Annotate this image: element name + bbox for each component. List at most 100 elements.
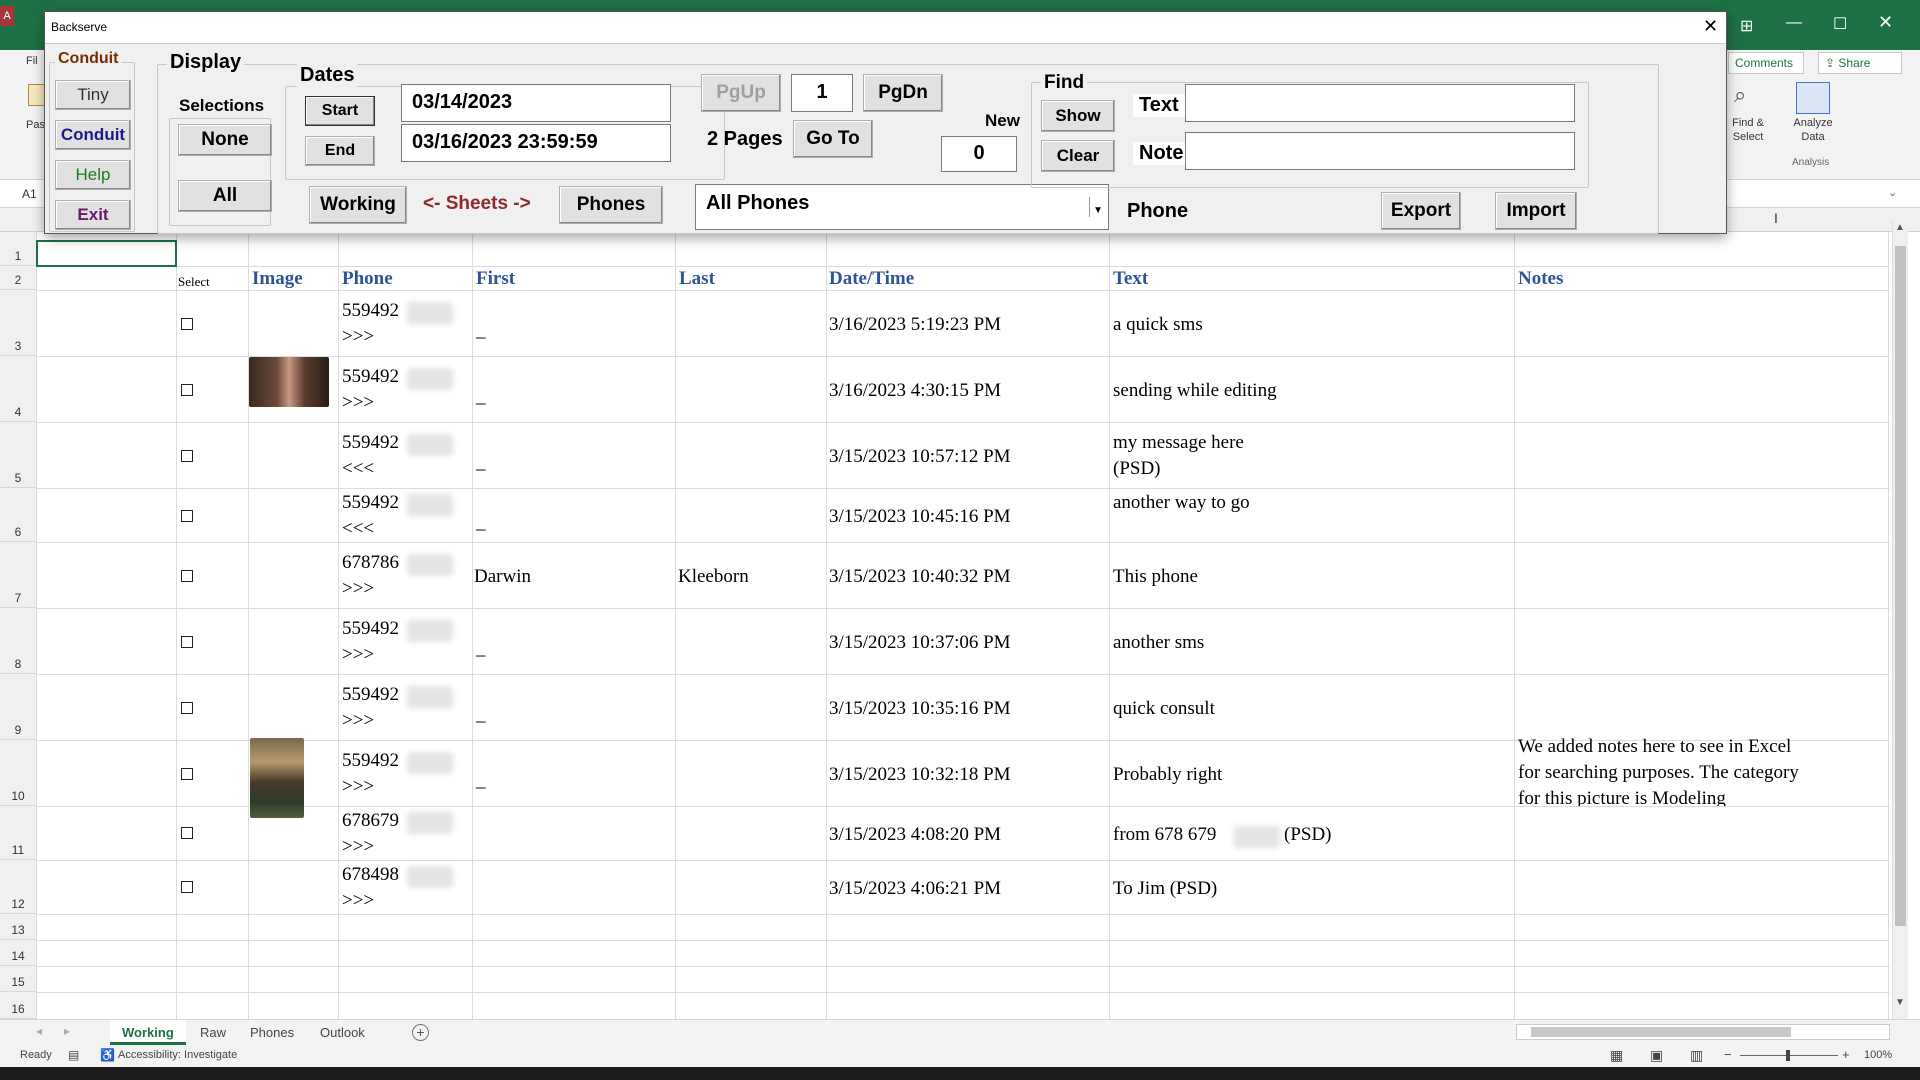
row-header[interactable]: 8 xyxy=(0,608,36,674)
select-checkbox[interactable] xyxy=(181,768,193,780)
zoom-in-icon[interactable]: + xyxy=(1842,1047,1850,1062)
ribbon-display-icon[interactable]: ⊞ xyxy=(1740,16,1753,36)
row-header[interactable]: 2 xyxy=(0,266,36,290)
analyze-data-icon[interactable] xyxy=(1796,82,1830,114)
select-checkbox[interactable] xyxy=(181,318,193,330)
worksheet-grid[interactable]: 1 2 3 4 5 6 7 8 9 10 11 12 13 14 15 16 S… xyxy=(0,222,1920,1019)
active-cell-a1[interactable] xyxy=(36,240,177,267)
row-header[interactable]: 1 xyxy=(0,232,36,266)
conduit-button[interactable]: Conduit xyxy=(55,120,131,150)
select-none-button[interactable]: None xyxy=(178,124,272,156)
accessibility-status[interactable]: Accessibility: Investigate xyxy=(118,1049,237,1061)
select-checkbox[interactable] xyxy=(181,881,193,893)
find-text-input[interactable] xyxy=(1185,84,1575,122)
end-date-field[interactable]: 03/16/2023 23:59:59 xyxy=(401,124,671,162)
start-date-field[interactable]: 03/14/2023 xyxy=(401,84,671,122)
horizontal-scrollbar-thumb[interactable] xyxy=(1531,1027,1791,1037)
working-sheet-button[interactable]: Working xyxy=(309,186,407,224)
dialog-title: Backserve xyxy=(51,20,108,34)
end-date-button[interactable]: End xyxy=(305,136,375,166)
horizontal-scrollbar[interactable] xyxy=(1516,1024,1890,1040)
select-checkbox[interactable] xyxy=(181,510,193,522)
import-button[interactable]: Import xyxy=(1495,192,1577,230)
formula-expand-icon[interactable]: ⌄ xyxy=(1888,186,1897,199)
accessibility-icon[interactable]: ♿ xyxy=(100,1048,115,1062)
new-count-field[interactable]: 0 xyxy=(941,136,1017,172)
dialog-close-icon[interactable]: ✕ xyxy=(1703,16,1718,37)
help-button[interactable]: Help xyxy=(55,160,131,190)
select-checkbox[interactable] xyxy=(181,450,193,462)
row-header[interactable]: 16 xyxy=(0,992,36,1019)
row-header[interactable]: 3 xyxy=(0,290,36,356)
exit-button[interactable]: Exit xyxy=(55,200,131,230)
scroll-up-icon[interactable]: ▲ xyxy=(1895,222,1905,233)
file-tab[interactable]: Fil xyxy=(26,54,38,68)
contact-thumbnail-image[interactable] xyxy=(250,738,304,818)
tab-outlook[interactable]: Outlook xyxy=(308,1020,377,1045)
row-header[interactable]: 13 xyxy=(0,914,36,940)
select-checkbox[interactable] xyxy=(181,570,193,582)
select-checkbox[interactable] xyxy=(181,702,193,714)
normal-view-icon[interactable]: ▦ xyxy=(1610,1047,1623,1064)
select-checkbox[interactable] xyxy=(181,636,193,648)
tab-scroll-right-icon[interactable]: ▸ xyxy=(64,1024,70,1038)
row-header[interactable]: 11 xyxy=(0,806,36,860)
row-header[interactable]: 7 xyxy=(0,542,36,608)
row-header[interactable]: 4 xyxy=(0,356,36,422)
go-to-button[interactable]: Go To xyxy=(793,120,873,158)
tab-raw[interactable]: Raw xyxy=(188,1020,238,1045)
analyze-data-label[interactable]: Analyze Data xyxy=(1784,116,1842,144)
find-show-button[interactable]: Show xyxy=(1041,100,1115,132)
phone-label: Phone xyxy=(1127,200,1189,222)
header-text: Text xyxy=(1113,268,1149,289)
find-note-input[interactable] xyxy=(1185,132,1575,170)
minimize-icon[interactable]: — xyxy=(1786,14,1802,32)
macro-record-icon[interactable]: ▤ xyxy=(68,1048,79,1062)
share-button[interactable]: ⇪ Share xyxy=(1818,52,1902,74)
scrollbar-thumb[interactable] xyxy=(1895,246,1906,926)
page-layout-icon[interactable]: ▣ xyxy=(1650,1047,1663,1064)
tab-working[interactable]: Working xyxy=(110,1020,186,1045)
find-clear-button[interactable]: Clear xyxy=(1041,140,1115,172)
page-down-button[interactable]: PgDn xyxy=(863,74,943,112)
chevron-down-icon[interactable]: ▼ xyxy=(1089,197,1106,217)
tab-phones[interactable]: Phones xyxy=(238,1020,306,1045)
select-all-button[interactable]: All xyxy=(178,180,272,212)
tab-scroll-left-icon[interactable]: ◂ xyxy=(36,1024,42,1038)
select-checkbox[interactable] xyxy=(181,827,193,839)
row-header[interactable]: 15 xyxy=(0,966,36,992)
select-checkbox[interactable] xyxy=(181,384,193,396)
close-window-icon[interactable]: ✕ xyxy=(1878,12,1893,33)
add-sheet-icon[interactable]: + xyxy=(412,1024,429,1041)
start-date-button[interactable]: Start xyxy=(305,96,375,126)
phone-select-value: All Phones xyxy=(706,192,810,214)
row-header[interactable]: 12 xyxy=(0,860,36,914)
find-group-label: Find xyxy=(1041,72,1088,94)
zoom-level[interactable]: 100% xyxy=(1864,1049,1892,1061)
zoom-slider-thumb[interactable] xyxy=(1786,1050,1790,1061)
name-box[interactable]: A1 xyxy=(22,187,37,201)
page-up-button[interactable]: PgUp xyxy=(701,74,781,112)
row-header[interactable]: 10 xyxy=(0,740,36,806)
page-break-icon[interactable]: ▥ xyxy=(1690,1047,1703,1064)
find-select-label[interactable]: Find & Select xyxy=(1722,116,1774,144)
export-button[interactable]: Export xyxy=(1381,192,1461,230)
search-icon[interactable]: ⌕ xyxy=(1734,82,1746,108)
phones-sheet-button[interactable]: Phones xyxy=(559,186,663,224)
zoom-out-icon[interactable]: − xyxy=(1724,1047,1732,1062)
pages-count-label: 2 Pages xyxy=(707,128,783,150)
phone-select-dropdown[interactable]: All Phones ▼ xyxy=(695,184,1109,230)
row-header[interactable]: 5 xyxy=(0,422,36,488)
row-header[interactable]: 14 xyxy=(0,940,36,966)
row-header[interactable]: 9 xyxy=(0,674,36,740)
contact-thumbnail-image[interactable] xyxy=(249,357,329,407)
scroll-down-icon[interactable]: ▼ xyxy=(1895,997,1905,1008)
comments-button[interactable]: Comments xyxy=(1728,52,1804,74)
cursor-i-beam-icon: I xyxy=(1774,210,1778,226)
header-first: First xyxy=(476,268,516,289)
page-number-field[interactable]: 1 xyxy=(791,74,853,112)
maximize-icon[interactable]: ☐ xyxy=(1833,14,1847,34)
row-header[interactable]: 6 xyxy=(0,488,36,542)
tiny-button[interactable]: Tiny xyxy=(55,80,131,110)
vertical-scrollbar[interactable]: ▲ ▼ xyxy=(1892,222,1908,1019)
